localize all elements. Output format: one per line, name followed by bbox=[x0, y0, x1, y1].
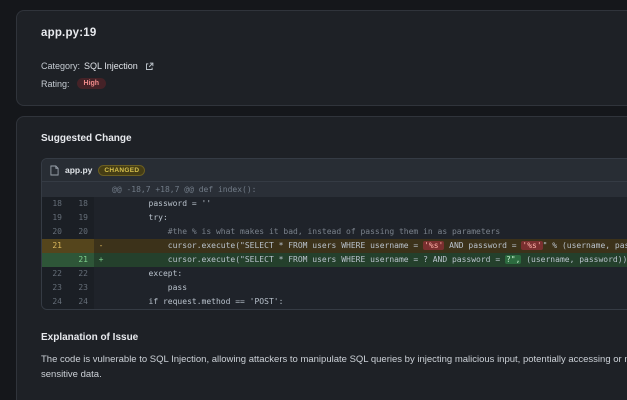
category-value: SQL Injection bbox=[84, 61, 138, 71]
explanation-body: The code is vulnerable to SQL Injection,… bbox=[41, 354, 627, 380]
code-content: cursor.execute("SELECT * FROM users WHER… bbox=[110, 241, 627, 250]
suggested-change-card: Suggested Change app.py CHANGED @@ -18,7… bbox=[16, 116, 627, 400]
diff-line: 24 24 if request.method == 'POST': bbox=[42, 295, 627, 309]
diff-sign bbox=[94, 281, 108, 295]
diff-sign: + bbox=[98, 255, 104, 264]
line-number-new: 22 bbox=[68, 267, 94, 281]
code-content: if request.method == 'POST': bbox=[110, 297, 284, 306]
line-number-old: 19 bbox=[42, 211, 68, 225]
line-number-new: 21 bbox=[68, 253, 94, 267]
line-number-new: 20 bbox=[68, 225, 94, 239]
diff-line: 22 22 except: bbox=[42, 267, 627, 281]
diff-file-header: app.py CHANGED bbox=[42, 159, 627, 182]
diff-sign: - bbox=[98, 241, 104, 250]
diff-line: 18 18 password = '' bbox=[42, 197, 627, 211]
diff-sign bbox=[94, 211, 108, 225]
diff-sign bbox=[94, 197, 108, 211]
line-number-new: 24 bbox=[68, 295, 94, 309]
diff-sign bbox=[94, 295, 108, 309]
diff-sign bbox=[94, 225, 108, 239]
rating-badge: High bbox=[76, 78, 107, 89]
line-number-old: 20 bbox=[42, 225, 68, 239]
line-number-old: 21 bbox=[42, 239, 68, 253]
code-content: cursor.execute("SELECT * FROM users WHER… bbox=[110, 255, 627, 264]
code-content: try: bbox=[110, 213, 168, 222]
file-icon bbox=[50, 165, 59, 176]
category-label: Category: bbox=[41, 61, 81, 71]
explanation-title: Explanation of Issue bbox=[41, 332, 139, 343]
diff-line: 21 + cursor.execute("SELECT * FROM users … bbox=[42, 253, 627, 267]
page: app.py:19 Category: SQL Injection Rating… bbox=[0, 0, 627, 400]
line-number-new bbox=[68, 239, 94, 253]
code-content: except: bbox=[110, 269, 183, 278]
diff-line: 19 19 try: bbox=[42, 211, 627, 225]
line-number-old: 24 bbox=[42, 295, 68, 309]
changed-badge: CHANGED bbox=[98, 164, 146, 176]
code-content: password = '' bbox=[110, 199, 212, 208]
diff-line: 23 23 pass bbox=[42, 281, 627, 295]
code-content: pass bbox=[110, 283, 188, 292]
line-number-old: 23 bbox=[42, 281, 68, 295]
rating-row: Rating: High bbox=[41, 78, 627, 89]
finding-card: app.py:19 Category: SQL Injection Rating… bbox=[16, 10, 627, 106]
line-number-old: 22 bbox=[42, 267, 68, 281]
external-link-icon[interactable] bbox=[145, 62, 154, 71]
file-name: app.py bbox=[65, 165, 93, 175]
diff-line: 20 20 #the % is what makes it bad, instea… bbox=[42, 225, 627, 239]
line-number-old bbox=[42, 253, 68, 267]
code-content: #the % is what makes it bad, instead of … bbox=[110, 227, 501, 236]
line-number-old: 18 bbox=[42, 197, 68, 211]
suggested-change-title: Suggested Change bbox=[41, 133, 132, 144]
diff-viewer: app.py CHANGED @@ -18,7 +18,7 @@ def ind… bbox=[41, 158, 627, 310]
diff-line: 21 - cursor.execute("SELECT * FROM users … bbox=[42, 239, 627, 253]
hunk-header: @@ -18,7 +18,7 @@ def index(): bbox=[42, 182, 627, 197]
line-number-new: 23 bbox=[68, 281, 94, 295]
diff-lines: 18 18 password = '' 19 19 try: 20 20 #the % i… bbox=[42, 197, 627, 309]
category-row: Category: SQL Injection bbox=[41, 61, 627, 71]
diff-sign bbox=[94, 267, 108, 281]
line-number-new: 18 bbox=[68, 197, 94, 211]
rating-label: Rating: bbox=[41, 78, 70, 89]
finding-title: app.py:19 bbox=[41, 27, 97, 39]
line-number-new: 19 bbox=[68, 211, 94, 225]
